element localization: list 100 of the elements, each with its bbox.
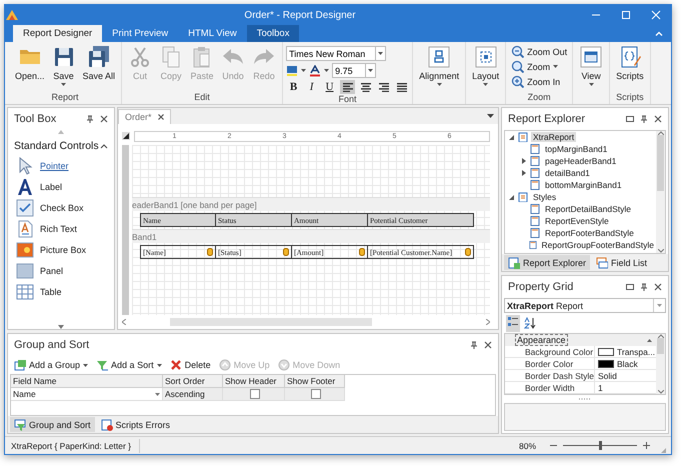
expanded-arrow-icon[interactable] [509,134,514,140]
tree-item[interactable]: ReportGroupFooterBandStyle [540,240,656,250]
ribbon-tab[interactable]: HTML View [178,25,247,42]
toolbox-item[interactable]: Table [40,287,62,297]
font-color-icon[interactable] [309,64,322,76]
checkbox[interactable] [310,389,320,399]
scrollbar-thumb[interactable] [657,135,664,191]
collapsed-arrow-icon[interactable] [522,158,526,164]
font-name-field[interactable]: Times New Roman [286,46,376,61]
section-header[interactable]: Standard Controls [14,140,100,152]
funnel-icon [14,418,26,430]
scroll-up-icon[interactable] [658,334,664,338]
tree-item[interactable]: bottomMarginBand1 [543,180,624,190]
close-icon[interactable] [158,114,164,120]
pin-icon[interactable] [470,341,478,349]
toolbox-item[interactable]: Picture Box [40,245,86,255]
ribbon-button[interactable]: Save [48,44,79,87]
font-size-field[interactable]: 9.75 [332,63,366,78]
collapse-icon[interactable] [100,143,108,149]
tree-item[interactable]: Styles [531,192,558,202]
database-icon [283,248,289,256]
font-style-button[interactable]: B [286,80,302,94]
property-value[interactable]: 1 [598,382,603,392]
ribbon-tab[interactable]: Print Preview [102,25,178,42]
panel-tab[interactable]: Report Explorer [504,255,590,270]
ribbon-button[interactable]: Open... [12,44,48,82]
align-button[interactable] [340,80,356,94]
close-icon[interactable] [654,115,662,123]
pin-icon[interactable] [86,115,94,123]
ribbon-button[interactable]: Zoom In [509,74,570,89]
maximize-icon[interactable] [626,115,634,123]
object-selector[interactable]: XtraReport Report [504,298,666,313]
align-button[interactable] [376,80,392,94]
ribbon-tab[interactable]: Toolbox [246,25,300,42]
close-icon[interactable] [654,283,662,291]
toolbar-button[interactable]: Delete [170,359,211,371]
plus-icon[interactable] [643,442,650,449]
close-icon[interactable] [100,115,108,123]
close-icon[interactable] [484,341,492,349]
property-name: Background Color [505,346,595,358]
ribbon-button[interactable]: Zoom Out [509,44,570,59]
tree-item[interactable]: ReportEvenStyle [543,216,611,226]
property-value[interactable]: Transpa... [617,346,655,356]
tree-item[interactable]: topMarginBand1 [543,144,610,154]
scroll-up-icon[interactable] [658,131,664,135]
property-value[interactable]: Solid [598,370,617,380]
panel-tab[interactable]: Field List [592,255,652,270]
pin-icon[interactable] [640,115,648,123]
ribbon-button[interactable]: View [576,44,606,87]
tree-item[interactable]: XtraReport [531,132,576,142]
ribbon-button[interactable]: Zoom [509,59,570,74]
collapse-ribbon-icon[interactable] [655,31,663,36]
scroll-left-icon[interactable] [122,319,126,325]
tree-item[interactable]: ReportFooterBandStyle [543,228,636,238]
align-button[interactable] [394,80,410,94]
align-button[interactable] [358,80,374,94]
expanded-arrow-icon[interactable] [509,194,514,200]
property-value[interactable]: Black [617,358,638,368]
scroll-down-icon[interactable] [658,249,664,253]
panel-tab[interactable]: Group and Sort [10,417,95,432]
category-header[interactable]: Appearance [515,334,568,346]
ribbon-button[interactable]: Save All [80,44,118,82]
toolbar-button[interactable]: Add a Group [14,359,88,371]
toolbar-button[interactable]: Add a Sort [96,359,162,371]
scrollbar-thumb[interactable] [657,338,664,354]
dropdown-button[interactable] [365,63,376,78]
scroll-up-icon [58,130,64,134]
ribbon-button[interactable]: Scripts [613,44,647,82]
font-style-button[interactable]: U [322,80,338,94]
toolbox-item[interactable]: Panel [40,266,64,276]
tree-item[interactable]: ReportDetailBandStyle [543,204,633,214]
font-style-button[interactable]: I [304,80,320,94]
column-header: Show Footer [285,375,345,388]
toolbox-item[interactable]: Check Box [40,203,84,213]
minus-icon[interactable] [550,442,557,449]
slider-thumb[interactable] [599,441,602,450]
highlight-color-icon[interactable] [286,64,298,76]
pin-icon[interactable] [640,283,648,291]
collapse-icon[interactable] [647,338,652,342]
dropdown-icon[interactable] [487,114,494,118]
sort-alphabetical-icon[interactable] [524,317,536,329]
panel-tab[interactable]: Scripts Errors [96,417,174,432]
toolbox-item[interactable]: Label [40,182,62,192]
collapsed-arrow-icon[interactable] [522,170,526,176]
ribbon-button[interactable]: Layout [469,44,502,87]
toolbox-item[interactable]: Rich Text [40,224,77,234]
scroll-right-icon[interactable] [486,319,490,325]
categorized-icon[interactable] [507,316,519,328]
caret-icon [61,83,66,86]
scrollbar-thumb[interactable] [170,318,372,326]
tree-item[interactable]: pageHeaderBand1 [543,156,618,166]
checkbox[interactable] [250,389,260,399]
maximize-icon[interactable] [626,283,634,291]
ribbon-tab[interactable]: Report Designer [13,25,102,42]
dropdown-button[interactable] [375,46,386,61]
field-name-dropdown[interactable]: Name [11,388,163,401]
ribbon-button[interactable]: Alignment [416,44,462,87]
tree-item[interactable]: detailBand1 [543,168,592,178]
scroll-down-icon[interactable] [658,390,664,394]
toolbox-item[interactable]: Pointer [40,161,69,171]
